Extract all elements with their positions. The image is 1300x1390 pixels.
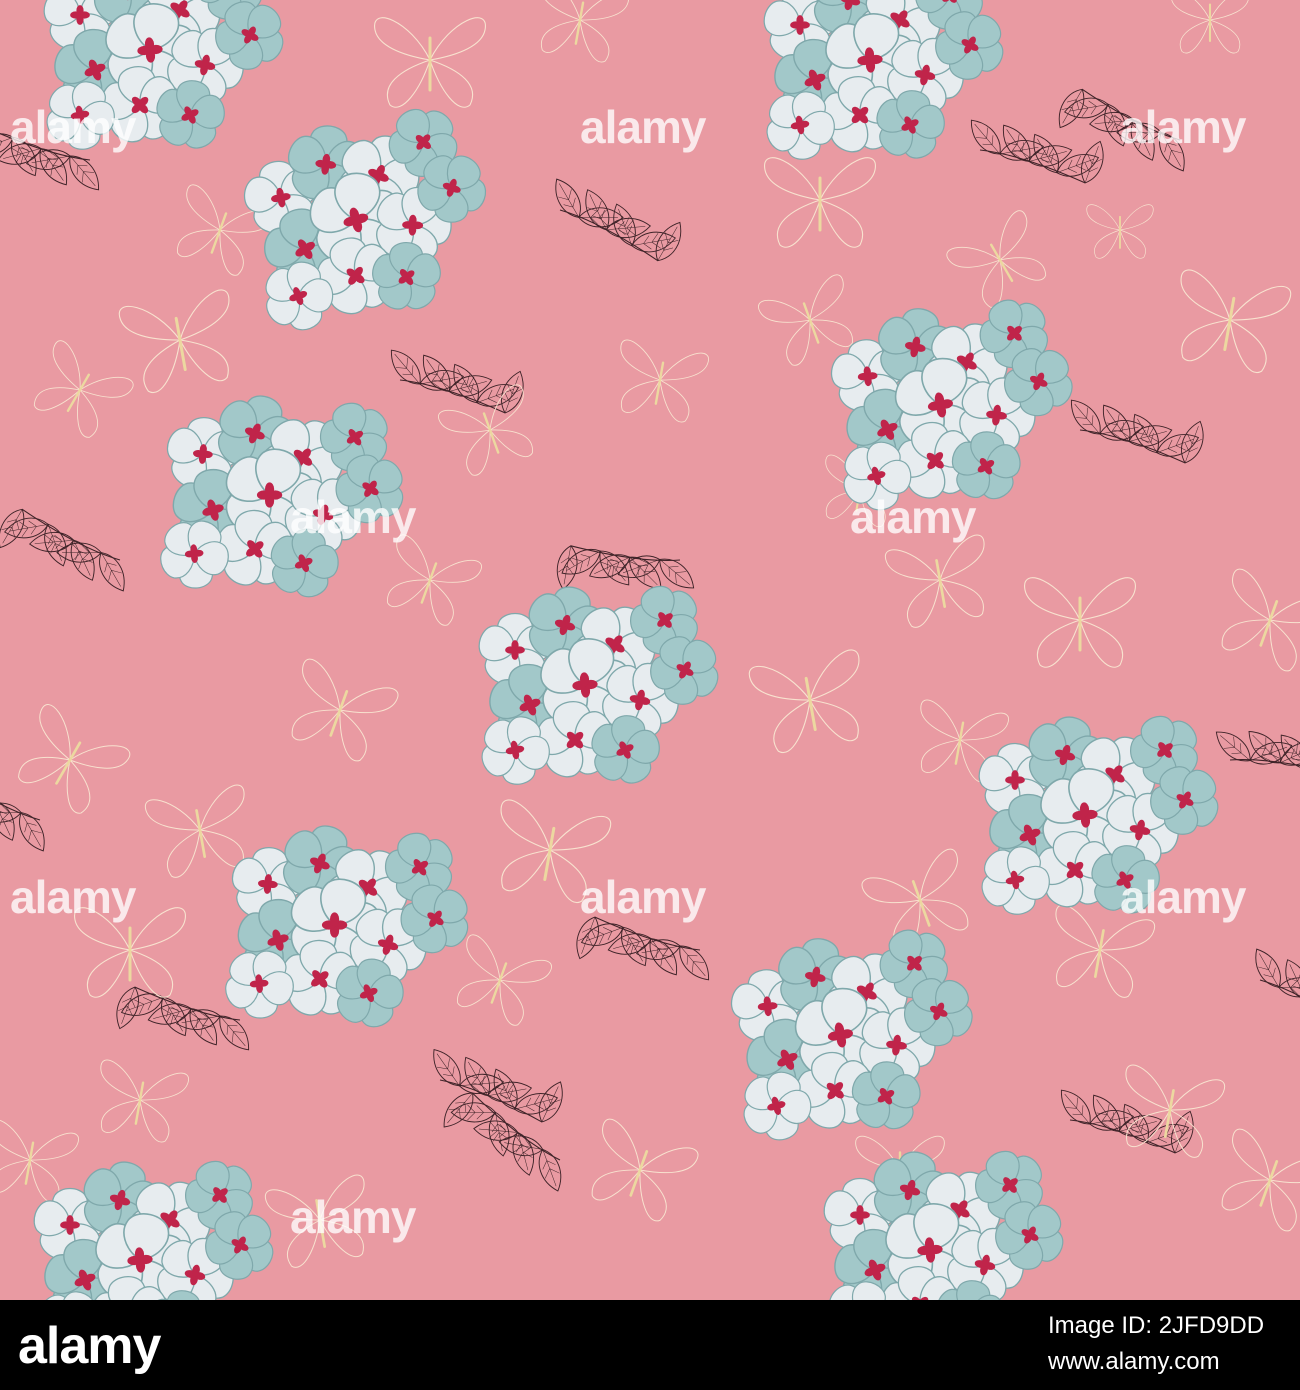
leaf-sprig	[570, 913, 717, 987]
butterfly-outline	[1180, 269, 1292, 374]
leaf-sprig	[425, 1043, 570, 1127]
butterfly-outline	[291, 658, 399, 762]
butterfly-outline	[33, 340, 134, 438]
flower-cluster	[727, 924, 978, 1144]
butterfly-outline	[100, 1059, 189, 1143]
flower-cluster	[827, 294, 1078, 514]
flower-cluster	[974, 711, 1224, 919]
leaf-sprig	[1053, 1083, 1200, 1157]
butterfly-outline	[118, 289, 230, 394]
butterfly-outline	[946, 210, 1047, 308]
butterfly-outline	[264, 1174, 365, 1268]
butterfly-outline	[1055, 904, 1156, 998]
leaf-sprig	[963, 113, 1110, 187]
butterfly-outline	[1024, 577, 1136, 668]
leaf-sprig	[0, 504, 133, 597]
butterfly-outline	[457, 934, 552, 1026]
butterfly-outline	[1171, 0, 1249, 54]
butterfly-outline	[591, 1118, 699, 1222]
butterfly-outline	[884, 534, 985, 628]
butterfly-outline	[387, 534, 482, 626]
footer-image-id: Image ID: 2JFD9DD	[1048, 1312, 1265, 1339]
flower-cluster	[759, 0, 1009, 164]
leaf-sprig	[436, 1086, 568, 1195]
butterfly-outline	[374, 17, 486, 108]
leaf-sprig	[1063, 393, 1210, 467]
butterfly-outline	[500, 799, 612, 904]
butterfly-outline	[620, 339, 709, 423]
butterfly-outline	[748, 649, 860, 754]
butterfly-outline	[764, 157, 876, 248]
leaf-sprig	[1247, 943, 1300, 1032]
floral-pattern-svg	[0, 0, 1300, 1300]
butterfly-outline	[1221, 568, 1300, 672]
floral-pattern	[0, 0, 1300, 1300]
butterfly-outline	[1221, 1128, 1300, 1232]
flower-cluster	[155, 390, 409, 602]
butterfly-outline	[540, 0, 629, 63]
flower-cluster	[241, 103, 491, 335]
butterfly-outline	[1125, 1064, 1226, 1158]
flower-cluster	[29, 1156, 279, 1300]
flower-cluster	[819, 1146, 1069, 1300]
stock-image-canvas: alamy alamy alamy alamy alamy alamy alamy alamy…	[0, 0, 1300, 1390]
butterfly-outline	[1086, 204, 1154, 259]
flower-cluster	[474, 581, 724, 789]
butterfly-outline	[18, 704, 131, 814]
flower-cluster	[220, 820, 474, 1032]
leaf-sprig	[1209, 724, 1300, 776]
butterfly-outline	[74, 907, 186, 998]
footer-url: www.alamy.com	[1048, 1348, 1220, 1375]
stock-footer-bar: alamy Image ID: 2JFD9DD www.alamy.com	[0, 1300, 1300, 1390]
leaf-sprig	[547, 173, 689, 266]
footer-logo: alamy	[18, 1317, 161, 1375]
flower-cluster	[39, 0, 289, 154]
